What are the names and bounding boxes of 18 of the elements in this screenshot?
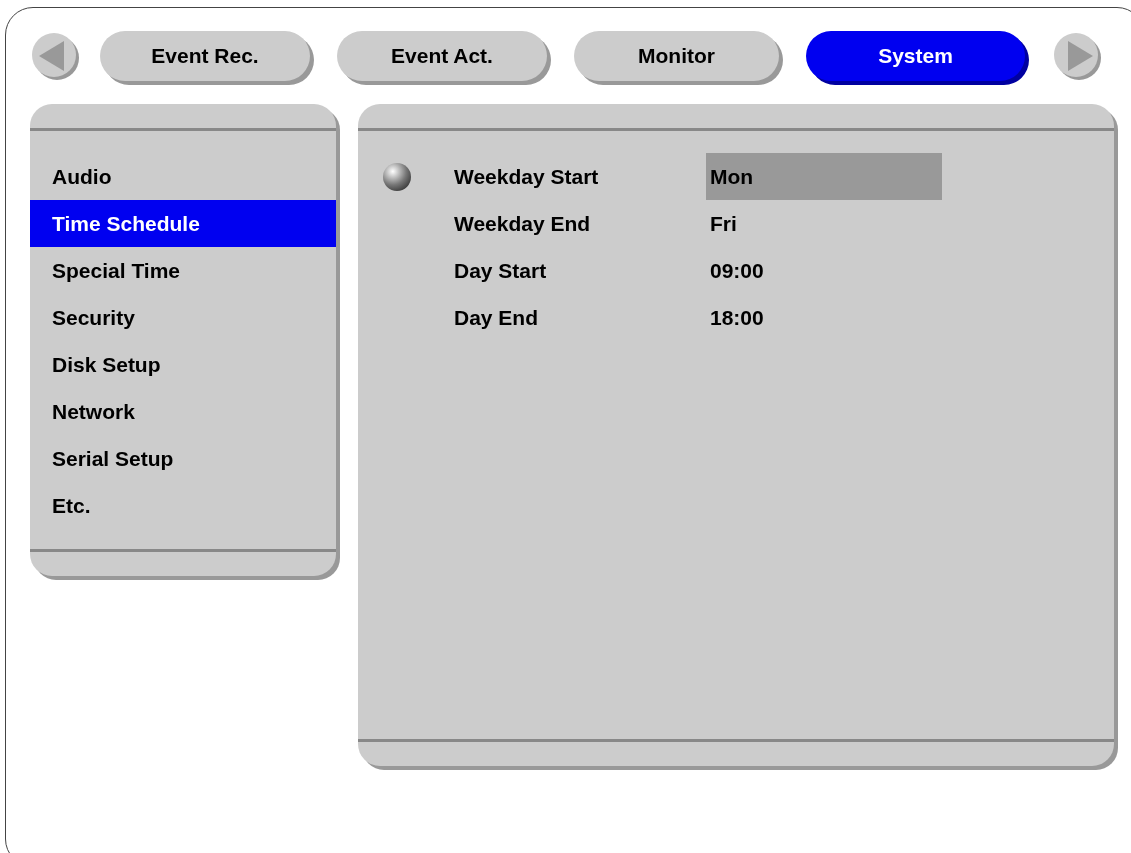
sidebar-item[interactable]: Audio bbox=[30, 153, 336, 200]
sidebar-item[interactable]: Special Time bbox=[30, 247, 336, 294]
setting-label: Weekday Start bbox=[454, 164, 600, 189]
setting-value[interactable]: Mon bbox=[706, 153, 942, 200]
sidebar-item[interactable]: Disk Setup bbox=[30, 341, 336, 388]
setting-label: Weekday End bbox=[454, 211, 592, 236]
sidebar-item[interactable]: Etc. bbox=[30, 482, 336, 529]
sidebar-item[interactable]: Network bbox=[30, 388, 336, 435]
setting-value[interactable]: Fri bbox=[706, 200, 942, 247]
sidebar-item[interactable]: Serial Setup bbox=[30, 435, 336, 482]
sidebar-item[interactable]: Time Schedule bbox=[30, 200, 336, 247]
setting-value[interactable]: 18:00 bbox=[706, 294, 942, 341]
previous-arrow-icon[interactable] bbox=[30, 31, 80, 81]
setting-label: Day Start bbox=[454, 258, 548, 283]
next-arrow-icon[interactable] bbox=[1052, 31, 1102, 81]
sidebar-item[interactable]: Security bbox=[30, 294, 336, 341]
setting-label: Day End bbox=[454, 305, 540, 330]
setting-value[interactable]: 09:00 bbox=[706, 247, 942, 294]
